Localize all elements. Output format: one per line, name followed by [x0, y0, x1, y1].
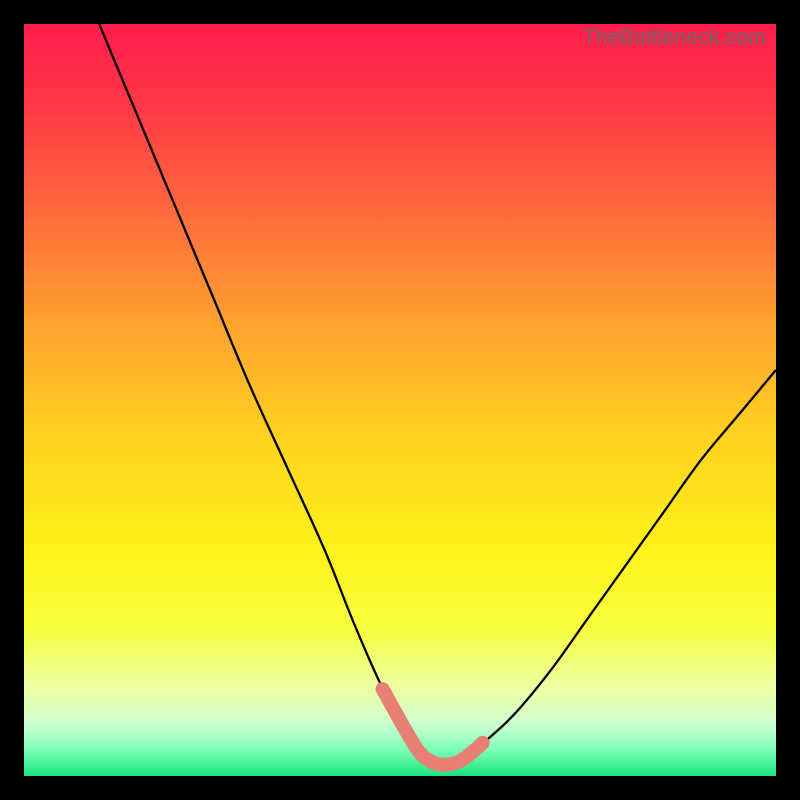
curve-layer	[24, 24, 776, 776]
chart-frame: TheBottleneck.com	[0, 0, 800, 800]
bottleneck-curve	[99, 24, 776, 765]
watermark-text: TheBottleneck.com	[583, 26, 766, 50]
plot-area: TheBottleneck.com	[24, 24, 776, 776]
optimal-range-highlight	[383, 689, 483, 765]
